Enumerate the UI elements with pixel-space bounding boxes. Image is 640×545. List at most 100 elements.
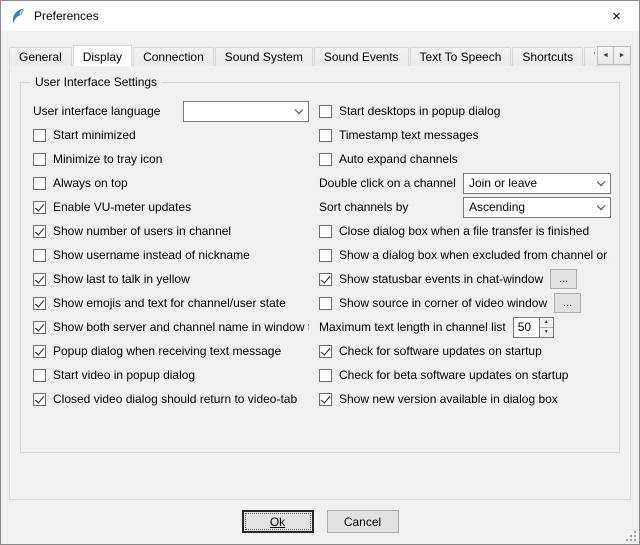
checkbox[interactable] [33, 369, 46, 382]
checkbox-label[interactable]: Show number of users in channel [53, 224, 231, 238]
window-title: Preferences [34, 9, 99, 23]
checkbox-row: Start video in popup dialog [33, 363, 309, 387]
checkbox[interactable] [319, 153, 332, 166]
checkbox-label[interactable]: Closed video dialog should return to vid… [53, 392, 297, 406]
max-text-length-label: Maximum text length in channel list [319, 320, 506, 334]
checkbox[interactable] [319, 105, 332, 118]
close-button[interactable]: × [594, 1, 639, 31]
tab-label: General [19, 50, 62, 64]
tab-label: Display [83, 50, 122, 64]
checkbox-label[interactable]: Show both server and channel name in win… [53, 320, 309, 334]
checkbox[interactable] [319, 129, 332, 142]
double-click-row: Double click on a channel Join or leave [319, 171, 611, 195]
close-icon: × [612, 8, 621, 25]
spin-up-button[interactable]: ▲ [540, 318, 553, 328]
checkbox-label[interactable]: Show statusbar events in chat-window [339, 272, 543, 286]
checkbox-row: Show statusbar events in chat-window ... [319, 267, 611, 291]
tab-label: Shortcuts [522, 50, 573, 64]
titlebar: Preferences × [1, 1, 639, 31]
tab-scroll-right-button[interactable]: ► [614, 46, 631, 65]
language-select[interactable] [183, 101, 309, 122]
checkbox-row: Popup dialog when receiving text message [33, 339, 309, 363]
checkbox-label[interactable]: Check for beta software updates on start… [339, 368, 568, 382]
checkbox-label[interactable]: Auto expand channels [339, 152, 458, 166]
tab[interactable]: Display [73, 45, 132, 66]
spin-down-icon: ▼ [544, 329, 549, 335]
checkbox[interactable] [319, 345, 332, 358]
dialog-footer: Ok Cancel [1, 510, 639, 533]
checkbox[interactable] [319, 297, 332, 310]
checkbox[interactable] [33, 297, 46, 310]
checkbox[interactable] [33, 321, 46, 334]
checkbox[interactable] [319, 393, 332, 406]
checkbox[interactable] [319, 225, 332, 238]
checkbox-label[interactable]: Show emojis and text for channel/user st… [53, 296, 286, 310]
checkbox[interactable] [319, 369, 332, 382]
resize-grip[interactable] [624, 529, 637, 542]
checkbox-label[interactable]: Start video in popup dialog [53, 368, 195, 382]
spin-down-button[interactable]: ▼ [540, 328, 553, 337]
checkbox-label[interactable]: Timestamp text messages [339, 128, 479, 142]
max-text-length-value[interactable]: 50 [513, 317, 539, 338]
checkbox-label[interactable]: Always on top [53, 176, 128, 190]
checkbox-row: Always on top [33, 171, 309, 195]
checkbox[interactable] [33, 393, 46, 406]
scroll-right-icon: ► [619, 52, 626, 59]
preferences-dialog: Preferences × General Display Connection… [0, 0, 640, 545]
checkbox[interactable] [319, 273, 332, 286]
checkbox-row: Show source in corner of video window ..… [319, 291, 611, 315]
tab[interactable]: Video [584, 47, 595, 66]
checkbox[interactable] [33, 249, 46, 262]
checkbox-row: Start minimized [33, 123, 309, 147]
tab-label: Sound System [225, 50, 303, 64]
tab[interactable]: Shortcuts [512, 47, 583, 66]
double-click-select[interactable]: Join or leave [463, 173, 611, 194]
right-checkbox-list-a: Start desktops in popup dialog Timestamp… [319, 99, 611, 171]
checkbox-row: Check for beta software updates on start… [319, 363, 611, 387]
checkbox-label[interactable]: Show source in corner of video window [339, 296, 547, 310]
app-icon [10, 8, 27, 25]
scroll-left-icon: ◄ [602, 52, 609, 59]
checkbox-row: Show username instead of nickname [33, 243, 309, 267]
cancel-button[interactable]: Cancel [327, 510, 399, 533]
right-checkbox-list-b: Close dialog box when a file transfer is… [319, 219, 611, 315]
ok-button[interactable]: Ok [242, 510, 314, 533]
tab[interactable]: Sound System [215, 47, 313, 66]
tab[interactable]: Connection [133, 47, 214, 66]
checkbox[interactable] [33, 201, 46, 214]
checkbox-label[interactable]: Check for software updates on startup [339, 344, 542, 358]
checkbox[interactable] [33, 225, 46, 238]
checkbox[interactable] [319, 249, 332, 262]
checkbox[interactable] [33, 153, 46, 166]
checkbox-label[interactable]: Start desktops in popup dialog [339, 104, 500, 118]
checkbox[interactable] [33, 129, 46, 142]
left-column: User interface language Start minimized [33, 99, 309, 411]
checkbox-label[interactable]: Show new version available in dialog box [339, 392, 558, 406]
ellipsis-button[interactable]: ... [550, 269, 577, 289]
checkbox-label[interactable]: Show username instead of nickname [53, 248, 250, 262]
checkbox-label[interactable]: Popup dialog when receiving text message [53, 344, 281, 358]
tab-scroll-left-button[interactable]: ◄ [597, 46, 614, 65]
checkbox[interactable] [33, 273, 46, 286]
checkbox[interactable] [33, 345, 46, 358]
checkbox-label[interactable]: Show last to talk in yellow [53, 272, 190, 286]
checkbox-label[interactable]: Show a dialog box when excluded from cha… [339, 248, 611, 262]
checkbox-row: Start desktops in popup dialog [319, 99, 611, 123]
checkbox-label[interactable]: Close dialog box when a file transfer is… [339, 224, 589, 238]
checkbox[interactable] [33, 177, 46, 190]
checkbox-row: Show last to talk in yellow [33, 267, 309, 291]
checkbox-label[interactable]: Enable VU-meter updates [53, 200, 191, 214]
sort-channels-value: Ascending [469, 200, 593, 214]
checkbox-row: Show a dialog box when excluded from cha… [319, 243, 611, 267]
sort-channels-select[interactable]: Ascending [463, 197, 611, 218]
tab[interactable]: General [9, 47, 72, 66]
tab[interactable]: Sound Events [314, 47, 409, 66]
tab[interactable]: Text To Speech [410, 47, 512, 66]
max-text-length-spinner: 50 ▲ ▼ [513, 317, 554, 338]
right-column: Start desktops in popup dialog Timestamp… [319, 99, 611, 411]
checkbox-row: Timestamp text messages [319, 123, 611, 147]
ellipsis-button[interactable]: ... [554, 293, 581, 313]
display-tab-page: User Interface Settings User interface l… [9, 65, 631, 500]
checkbox-label[interactable]: Start minimized [53, 128, 136, 142]
checkbox-label[interactable]: Minimize to tray icon [53, 152, 162, 166]
